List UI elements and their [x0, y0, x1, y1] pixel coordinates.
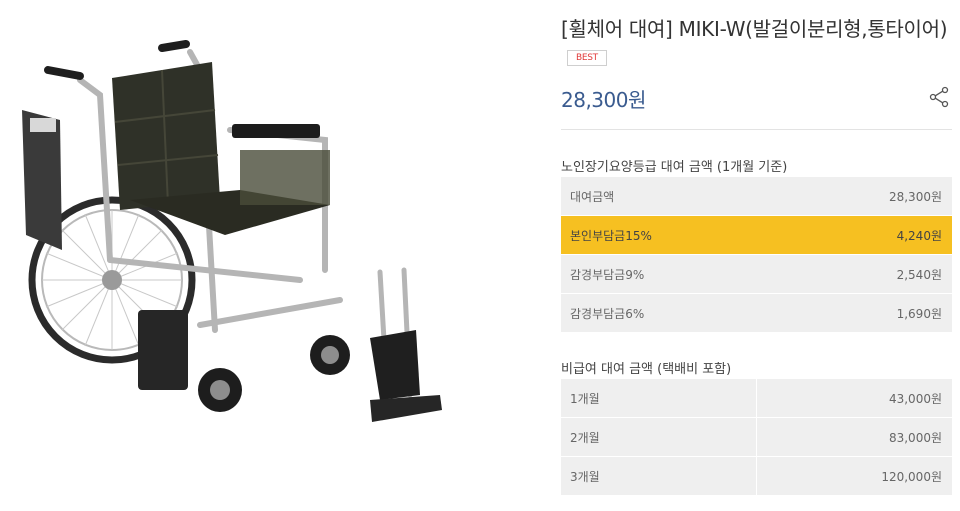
- row-label: 1개월: [561, 379, 757, 417]
- table-row: 1개월 43,000원: [561, 379, 952, 418]
- row-value: 28,300원: [888, 189, 942, 204]
- share-icon[interactable]: [928, 86, 950, 108]
- table-row-highlight: 본인부담금15% 4,240원: [561, 216, 952, 255]
- row-label: 본인부담금15%: [570, 228, 652, 243]
- table-row: 3개월 120,000원: [561, 457, 952, 496]
- row-value: 4,240원: [896, 228, 942, 243]
- product-title: [휠체어 대여] MIKI-W(발걸이분리형,통타이어) BEST: [561, 14, 952, 74]
- row-label: 감경부담금9%: [570, 267, 645, 282]
- non-covered-section-title: 비급여 대여 금액 (택배비 포함): [561, 362, 732, 377]
- price-row: 28,300원: [561, 84, 952, 114]
- non-covered-price-table: 1개월 43,000원 2개월 83,000원 3개월 120,000원: [561, 379, 952, 496]
- product-info: [휠체어 대여] MIKI-W(발걸이분리형,통타이어) BEST 28,300원: [561, 14, 952, 114]
- row-value: 120,000원: [757, 457, 952, 495]
- divider: [561, 129, 952, 130]
- table-row: 감경부담금6% 1,690원: [561, 294, 952, 333]
- row-value: 83,000원: [757, 418, 952, 456]
- row-value: 43,000원: [757, 379, 952, 417]
- ltc-price-table: 대여금액 28,300원 본인부담금15% 4,240원 감경부담금9% 2,5…: [561, 177, 952, 333]
- table-row: 감경부담금9% 2,540원: [561, 255, 952, 294]
- row-value: 2,540원: [896, 267, 942, 282]
- row-label: 감경부담금6%: [570, 306, 645, 321]
- row-value: 1,690원: [896, 306, 942, 321]
- product-image: [0, 0, 480, 511]
- table-row: 대여금액 28,300원: [561, 177, 952, 216]
- row-label: 대여금액: [570, 189, 615, 204]
- table-row: 2개월 83,000원: [561, 418, 952, 457]
- ltc-section-title: 노인장기요양등급 대여 금액 (1개월 기준): [561, 160, 788, 175]
- product-price: 28,300원: [561, 88, 646, 112]
- best-badge: BEST: [567, 49, 607, 66]
- wheelchair-illustration: [22, 40, 442, 422]
- row-label: 3개월: [561, 457, 757, 495]
- product-title-text: [휠체어 대여] MIKI-W(발걸이분리형,통타이어): [561, 17, 948, 41]
- row-label: 2개월: [561, 418, 757, 456]
